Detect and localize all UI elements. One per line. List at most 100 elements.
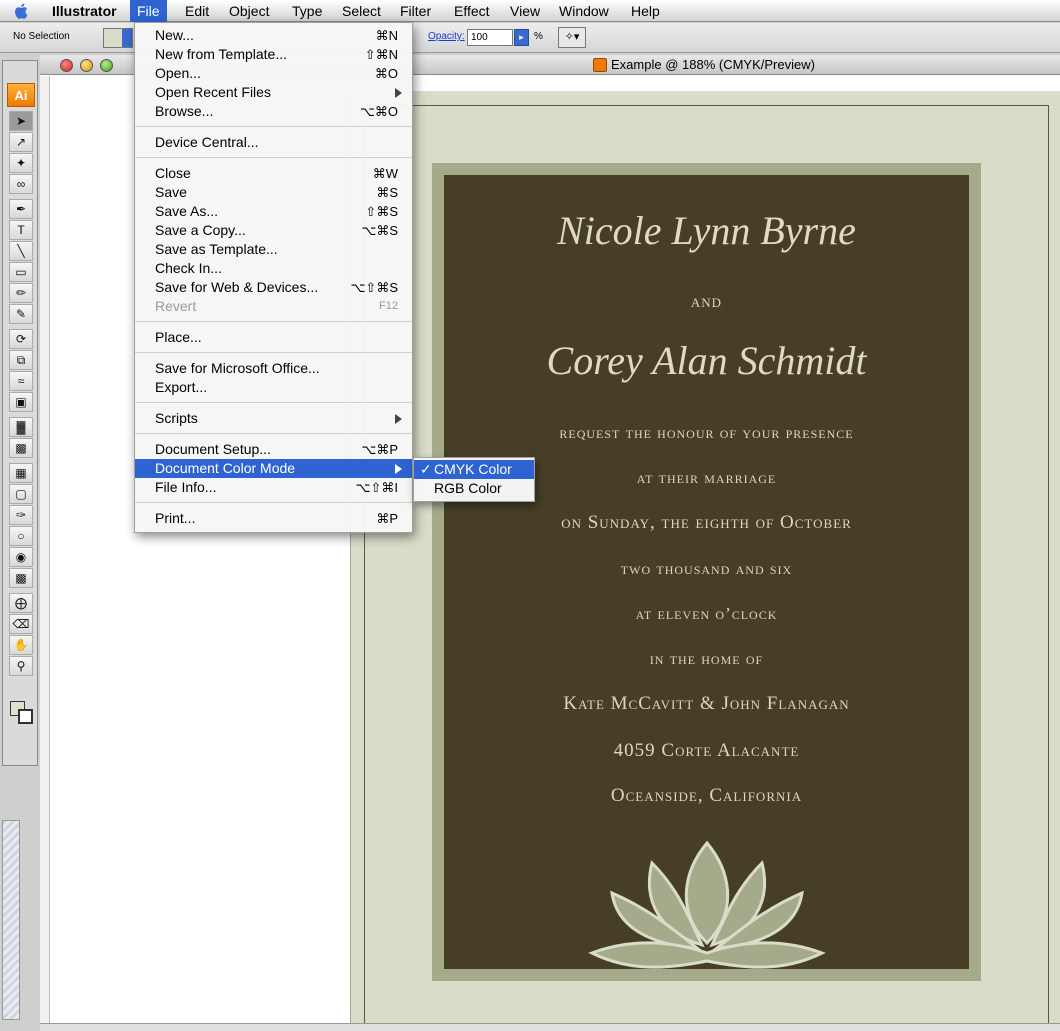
menu-bar: Illustrator File Edit Object Type Select…: [0, 0, 1060, 22]
menu-item-close[interactable]: Close ⌘W: [135, 164, 412, 183]
invite-line-3[interactable]: on Sunday, the eighth of October: [444, 512, 969, 534]
menu-item-save-for-microsoft-office[interactable]: Save for Microsoft Office...: [135, 359, 412, 378]
menu-item-open[interactable]: Open... ⌘O: [135, 64, 412, 83]
hand-tool-icon[interactable]: ✋: [9, 635, 33, 655]
magic-wand-tool-icon[interactable]: ✦: [9, 153, 33, 173]
rotate-tool-icon[interactable]: ⟳: [9, 329, 33, 349]
chevron-down-icon[interactable]: [122, 29, 132, 47]
paintbrush-tool-icon[interactable]: ✏: [9, 283, 33, 303]
lasso-tool-icon[interactable]: ∞: [9, 174, 33, 194]
bride-name[interactable]: Nicole Lynn Byrne: [444, 207, 969, 254]
menu-item-document-setup[interactable]: Document Setup... ⌥⌘P: [135, 440, 412, 459]
lotus-flower-icon[interactable]: [572, 833, 842, 969]
selection-status: No Selection: [13, 31, 70, 42]
groom-name[interactable]: Corey Alan Schmidt: [444, 337, 969, 384]
invite-address-2[interactable]: Oceanside, California: [444, 785, 969, 807]
menu-item-file-info[interactable]: File Info... ⌥⇧⌘I: [135, 478, 412, 497]
menu-file[interactable]: File: [130, 0, 167, 22]
submenu-arrow-icon: [395, 414, 402, 424]
menu-item-device-central[interactable]: Device Central...: [135, 133, 412, 152]
menu-type[interactable]: Type: [285, 0, 329, 22]
menu-item-print[interactable]: Print... ⌘P: [135, 509, 412, 528]
menu-item-place[interactable]: Place...: [135, 328, 412, 347]
invite-line-1[interactable]: request the honour of your presence: [444, 423, 969, 443]
invitation-card[interactable]: Nicole Lynn Byrne and Corey Alan Schmidt…: [444, 175, 969, 969]
menu-item-scripts[interactable]: Scripts: [135, 409, 412, 428]
warp-tool-icon[interactable]: ≈: [9, 371, 33, 391]
gradient-tool-icon[interactable]: ▢: [9, 484, 33, 504]
illustrator-logo: Ai: [7, 83, 35, 107]
panel-scrollbar[interactable]: [2, 820, 20, 1020]
menu-filter[interactable]: Filter: [393, 0, 438, 22]
menu-item-new-from-template[interactable]: New from Template... ⇧⌘N: [135, 45, 412, 64]
opacity-input[interactable]: 100: [467, 29, 513, 46]
menu-separator: [135, 402, 412, 403]
selection-tool-icon[interactable]: ➤: [9, 111, 33, 131]
menu-item-save-for-web[interactable]: Save for Web & Devices... ⌥⇧⌘S: [135, 278, 412, 297]
invite-address-1[interactable]: 4059 Corte Alacante: [444, 740, 969, 762]
invite-line-4[interactable]: two thousand and six: [444, 559, 969, 579]
live-paint-bucket-tool-icon[interactable]: ◉: [9, 547, 33, 567]
menu-item-open-recent[interactable]: Open Recent Files: [135, 83, 412, 102]
blend-tool-icon[interactable]: ○: [9, 526, 33, 546]
menu-item-check-in[interactable]: Check In...: [135, 259, 412, 278]
rectangle-tool-icon[interactable]: ▭: [9, 262, 33, 282]
eraser-tool-icon[interactable]: ⌫: [9, 614, 33, 634]
color-mode-submenu: ✓ CMYK Color RGB Color: [413, 457, 535, 502]
invite-hosts[interactable]: Kate McCavitt & John Flanagan: [444, 693, 969, 715]
menu-edit[interactable]: Edit: [178, 0, 216, 22]
menu-view[interactable]: View: [503, 0, 547, 22]
menu-item-export[interactable]: Export...: [135, 378, 412, 397]
eyedropper-tool-icon[interactable]: ✑: [9, 505, 33, 525]
invite-line-6[interactable]: in the home of: [444, 649, 969, 669]
type-tool-icon[interactable]: T: [9, 220, 33, 240]
menu-item-save-as[interactable]: Save As... ⇧⌘S: [135, 202, 412, 221]
graphic-style-button[interactable]: ✧▾: [558, 27, 586, 48]
menu-item-save-a-copy[interactable]: Save a Copy... ⌥⌘S: [135, 221, 412, 240]
slice-tool-icon[interactable]: ⨁: [9, 593, 33, 613]
opacity-dropdown-button[interactable]: ▸: [514, 29, 529, 46]
artboard[interactable]: Nicole Lynn Byrne and Corey Alan Schmidt…: [350, 91, 1060, 1031]
menu-separator: [135, 352, 412, 353]
apple-icon[interactable]: [13, 2, 31, 20]
stroke-swatch[interactable]: [18, 709, 33, 724]
symbol-sprayer-tool-icon[interactable]: ▓: [9, 417, 33, 437]
line-tool-icon[interactable]: ╲: [9, 241, 33, 261]
fill-color-picker[interactable]: [103, 28, 133, 48]
menu-item-save[interactable]: Save ⌘S: [135, 183, 412, 202]
menu-item-new[interactable]: New... ⌘N: [135, 26, 412, 45]
opacity-label[interactable]: Opacity:: [428, 31, 465, 42]
menu-item-save-as-template[interactable]: Save as Template...: [135, 240, 412, 259]
mesh-tool-icon[interactable]: ▦: [9, 463, 33, 483]
menu-app-illustrator[interactable]: Illustrator: [45, 0, 124, 22]
minimize-window-icon[interactable]: [80, 59, 93, 72]
live-paint-selection-tool-icon[interactable]: ▩: [9, 568, 33, 588]
menu-window[interactable]: Window: [552, 0, 616, 22]
menu-select[interactable]: Select: [335, 0, 388, 22]
menu-separator: [135, 433, 412, 434]
submenu-item-rgb-color[interactable]: RGB Color: [414, 479, 534, 498]
menu-separator: [135, 502, 412, 503]
scale-tool-icon[interactable]: ⧉: [9, 350, 33, 370]
menu-effect[interactable]: Effect: [447, 0, 497, 22]
menu-separator: [135, 126, 412, 127]
menu-help[interactable]: Help: [624, 0, 667, 22]
menu-item-browse[interactable]: Browse... ⌥⌘O: [135, 102, 412, 121]
invitation-card-border[interactable]: Nicole Lynn Byrne and Corey Alan Schmidt…: [432, 163, 981, 981]
file-menu: New... ⌘N New from Template... ⇧⌘N Open...…: [134, 22, 413, 533]
column-graph-tool-icon[interactable]: ▩: [9, 438, 33, 458]
and-text[interactable]: and: [444, 291, 969, 313]
pen-tool-icon[interactable]: ✒: [9, 199, 33, 219]
invite-line-5[interactable]: at eleven o’clock: [444, 604, 969, 624]
menu-object[interactable]: Object: [222, 0, 276, 22]
opacity-percent-label: %: [534, 31, 543, 42]
pencil-tool-icon[interactable]: ✎: [9, 304, 33, 324]
menu-separator: [135, 157, 412, 158]
direct-selection-tool-icon[interactable]: ↗: [9, 132, 33, 152]
zoom-window-icon[interactable]: [100, 59, 113, 72]
submenu-item-cmyk-color[interactable]: ✓ CMYK Color: [414, 460, 534, 479]
close-window-icon[interactable]: [60, 59, 73, 72]
free-transform-tool-icon[interactable]: ▣: [9, 392, 33, 412]
zoom-tool-icon[interactable]: ⚲: [9, 656, 33, 676]
menu-item-document-color-mode[interactable]: Document Color Mode: [135, 459, 412, 478]
